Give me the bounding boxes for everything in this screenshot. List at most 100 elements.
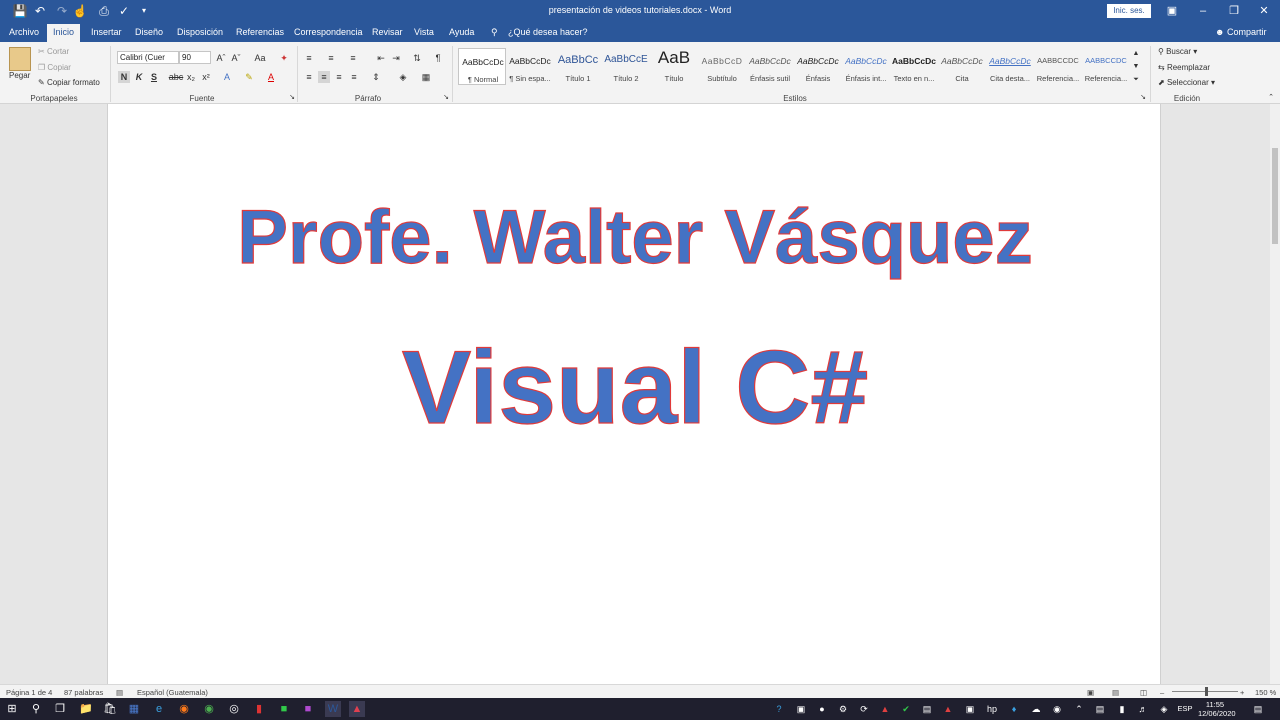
styles-dialog-launcher-icon[interactable]: ↘ bbox=[1137, 92, 1149, 104]
increase-indent-icon[interactable]: ⇥ bbox=[390, 52, 402, 64]
calendar-app-icon[interactable]: ▦ bbox=[126, 701, 142, 717]
collapse-ribbon-icon[interactable]: ⌃ bbox=[1265, 92, 1277, 104]
tab-revisar[interactable]: Revisar bbox=[372, 22, 403, 42]
language-indicator[interactable]: Español (Guatemala) bbox=[137, 688, 208, 697]
clear-format-icon[interactable]: ✦ bbox=[278, 52, 290, 64]
styles-scroll-down-icon[interactable]: ▼ bbox=[1130, 61, 1142, 73]
superscript-button[interactable]: x² bbox=[200, 71, 212, 83]
windows-start-icon[interactable]: ⊞ bbox=[4, 701, 20, 717]
media-app-icon[interactable]: ◎ bbox=[226, 701, 242, 717]
focus-mode-icon[interactable]: ▣ bbox=[1087, 688, 1094, 697]
font-color-icon[interactable]: A bbox=[265, 71, 277, 83]
scrollbar-thumb[interactable] bbox=[1272, 148, 1278, 244]
onedrive-tray-icon[interactable]: ☁ bbox=[1030, 703, 1042, 715]
style-emphasis[interactable]: AaBbCcDc Énfasis bbox=[794, 48, 842, 85]
decrease-indent-icon[interactable]: ⇤ bbox=[375, 52, 387, 64]
file-explorer-icon[interactable]: 📁 bbox=[78, 701, 94, 717]
style-heading-2[interactable]: AaBbCcE Título 2 bbox=[602, 48, 650, 85]
search-icon[interactable]: ⚲ bbox=[28, 701, 44, 717]
zoom-in-icon[interactable]: + bbox=[1240, 688, 1244, 697]
copy-button[interactable]: ❐ Copiar bbox=[38, 63, 71, 72]
numbering-icon[interactable]: ≡ bbox=[325, 52, 337, 64]
wifi-signal-icon[interactable]: ◈ bbox=[1158, 703, 1170, 715]
edge-browser-icon[interactable]: e bbox=[151, 701, 167, 717]
zoom-out-icon[interactable]: – bbox=[1160, 688, 1164, 697]
hp-tray-icon[interactable]: hp bbox=[986, 703, 998, 715]
document-heading-line-1[interactable]: Profe. Walter Vásquez bbox=[108, 190, 1162, 286]
battery-tray-icon[interactable]: ▮ bbox=[1116, 703, 1128, 715]
select-button[interactable]: ⬈ Seleccionar ▾ bbox=[1158, 78, 1215, 87]
tab-disposicion[interactable]: Disposición bbox=[177, 22, 223, 42]
justify-icon[interactable]: ≡ bbox=[348, 71, 360, 83]
subscript-button[interactable]: x₂ bbox=[185, 71, 197, 83]
proofing-icon[interactable]: ▤ bbox=[116, 688, 123, 697]
shield-tray-icon[interactable]: ✔ bbox=[900, 703, 912, 715]
recorder-taskbar-icon[interactable]: ▲ bbox=[349, 701, 365, 717]
style-intense-quote[interactable]: AaBbCcDc Cita desta... bbox=[986, 48, 1034, 85]
premiere-icon[interactable]: ■ bbox=[300, 701, 316, 717]
tab-inicio[interactable]: Inicio bbox=[47, 24, 81, 42]
store-icon[interactable]: 🛍 bbox=[102, 701, 118, 717]
find-button[interactable]: ⚲ Buscar ▾ bbox=[1158, 47, 1197, 56]
close-icon[interactable]: ✕ bbox=[1257, 3, 1271, 19]
share-button[interactable]: ☻ Compartir bbox=[1215, 22, 1267, 42]
borders-icon[interactable]: ▦ bbox=[420, 71, 432, 83]
chat-tray-icon[interactable]: ▣ bbox=[795, 703, 807, 715]
tab-archivo[interactable]: Archivo bbox=[9, 22, 39, 42]
notifications-icon[interactable]: ▤ bbox=[1252, 703, 1264, 715]
signin-button[interactable]: Inic. ses. bbox=[1107, 4, 1151, 18]
font-size-input[interactable]: 90 bbox=[179, 51, 211, 64]
zoom-level[interactable]: 150 % bbox=[1255, 688, 1276, 697]
style-normal[interactable]: AaBbCcDc ¶ Normal bbox=[458, 48, 506, 85]
tab-referencias[interactable]: Referencias bbox=[236, 22, 284, 42]
replace-button[interactable]: ⇆ Reemplazar bbox=[1158, 63, 1210, 72]
style-quote[interactable]: AaBbCcDc Cita bbox=[938, 48, 986, 85]
adobe-tray-icon[interactable]: ▲ bbox=[942, 703, 954, 715]
task-view-icon[interactable]: ❐ bbox=[52, 701, 68, 717]
style-subtle-reference[interactable]: AABBCCDC Referencia... bbox=[1034, 48, 1082, 85]
dreamweaver-icon[interactable]: ■ bbox=[276, 701, 292, 717]
multilevel-list-icon[interactable]: ≡ bbox=[347, 52, 359, 64]
video-app-icon[interactable]: ▮ bbox=[251, 701, 267, 717]
document-page[interactable]: Profe. Walter Vásquez Visual C# bbox=[107, 104, 1161, 684]
align-center-icon[interactable]: ≡ bbox=[318, 71, 330, 83]
tab-ayuda[interactable]: Ayuda bbox=[449, 22, 474, 42]
antivirus-tray-icon[interactable]: ▲ bbox=[879, 703, 891, 715]
styles-more-icon[interactable]: ⏷ bbox=[1130, 74, 1142, 86]
web-layout-icon[interactable]: ◫ bbox=[1140, 688, 1147, 697]
clock[interactable]: 11:55 12/06/2020 bbox=[1198, 700, 1236, 718]
style-intense-reference[interactable]: AABBCCDC Referencia... bbox=[1082, 48, 1130, 85]
input-language[interactable]: ESP bbox=[1176, 703, 1194, 715]
show-hidden-icons-icon[interactable]: ⌃ bbox=[1073, 703, 1085, 715]
style-subtle-emphasis[interactable]: AaBbCcDc Énfasis sutil bbox=[746, 48, 794, 85]
restore-icon[interactable]: ❐ bbox=[1227, 3, 1241, 19]
sort-icon[interactable]: ⇅ bbox=[411, 52, 423, 64]
page-count[interactable]: Página 1 de 4 bbox=[6, 688, 52, 697]
bluetooth-tray-icon[interactable]: ♦ bbox=[1008, 703, 1020, 715]
grow-font-icon[interactable]: Aˆ bbox=[215, 52, 227, 64]
vertical-scrollbar[interactable] bbox=[1270, 104, 1280, 684]
cut-button[interactable]: ✂ Cortar bbox=[38, 47, 69, 56]
text-effects-icon[interactable]: A bbox=[221, 71, 233, 83]
shrink-font-icon[interactable]: Aˇ bbox=[230, 52, 242, 64]
style-subtitle[interactable]: AaBbCcD Subtítulo bbox=[698, 48, 746, 85]
word-count[interactable]: 87 palabras bbox=[64, 688, 103, 697]
minimize-icon[interactable]: – bbox=[1196, 3, 1210, 19]
microphone-tray-icon[interactable]: ● bbox=[816, 703, 828, 715]
tab-correspondencia[interactable]: Correspondencia bbox=[294, 22, 363, 42]
chrome-icon[interactable]: ◉ bbox=[201, 701, 217, 717]
font-name-input[interactable]: Calibri (Cuer bbox=[117, 51, 179, 64]
highlight-icon[interactable]: ✎ bbox=[243, 71, 255, 83]
style-title[interactable]: AaB Título bbox=[650, 48, 698, 85]
volume-tray-icon[interactable]: ♬ bbox=[1137, 703, 1149, 715]
style-strong[interactable]: AaBbCcDc Texto en n... bbox=[890, 48, 938, 85]
pilcrow-icon[interactable]: ¶ bbox=[432, 52, 444, 64]
style-heading-1[interactable]: AaBbCc Título 1 bbox=[554, 48, 602, 85]
align-right-icon[interactable]: ≡ bbox=[333, 71, 345, 83]
tell-me-box[interactable]: ¿Qué desea hacer? bbox=[508, 22, 588, 42]
style-intense-emphasis[interactable]: AaBbCcDc Énfasis int... bbox=[842, 48, 890, 85]
change-case-icon[interactable]: Aa bbox=[251, 52, 269, 64]
tab-vista[interactable]: Vista bbox=[414, 22, 434, 42]
document-heading-line-2[interactable]: Visual C# bbox=[108, 331, 1162, 444]
network-monitor-tray-icon[interactable]: ▤ bbox=[921, 703, 933, 715]
